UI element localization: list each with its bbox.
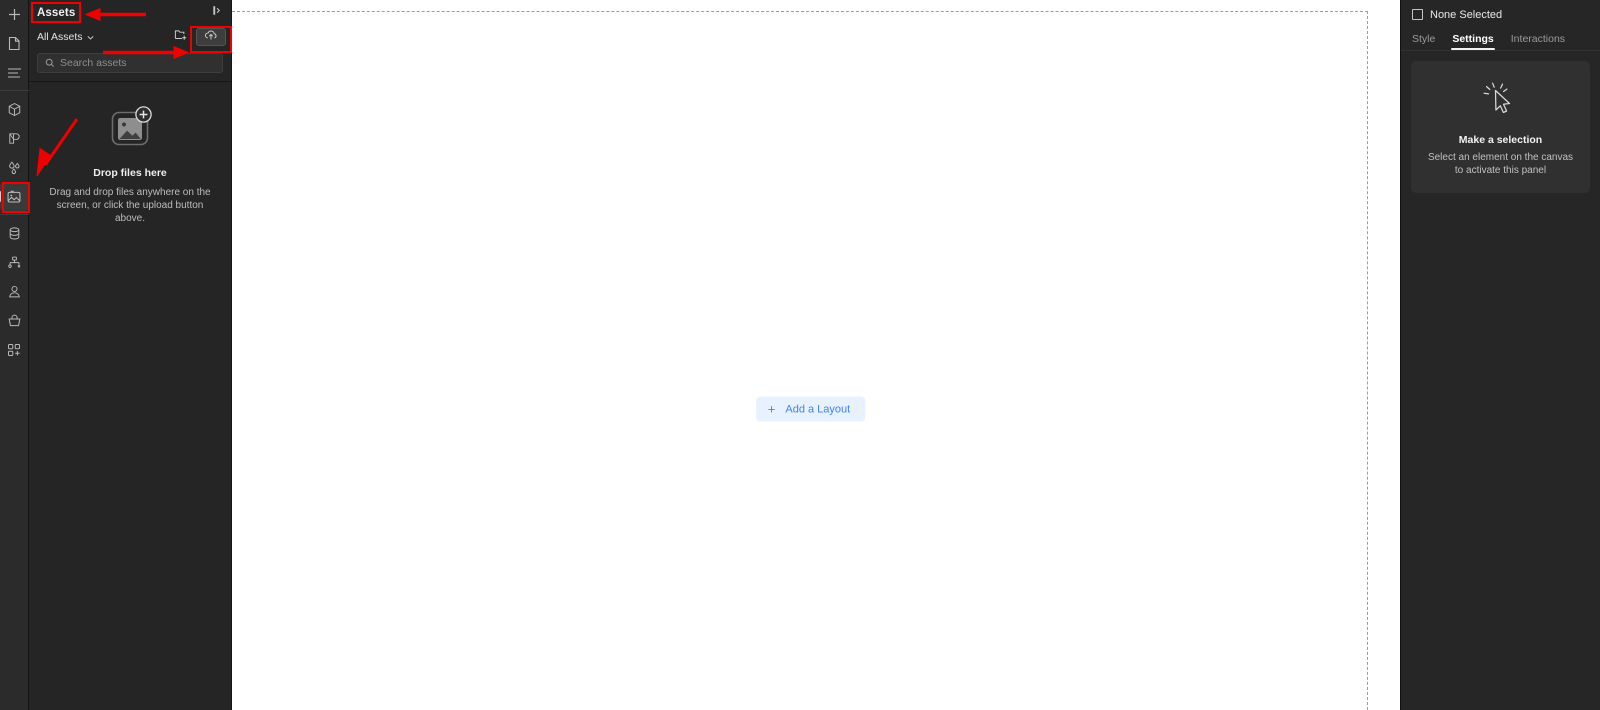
add-image-icon [105,104,155,155]
new-folder-icon [174,28,187,46]
checkbox-empty-icon[interactable] [1412,9,1423,20]
assets-subbar: All Assets [29,26,231,48]
rail-item-assets[interactable] [0,182,29,211]
logic-icon [7,255,22,270]
card-description: Select an element on the canvas to activ… [1427,152,1574,176]
empty-state-title: Drop files here [93,167,167,179]
upload-cloud-icon [204,28,218,46]
add-layout-label: Add a Layout [785,403,851,415]
add-image-icon-wrap [41,104,219,155]
search-icon [45,58,55,68]
empty-state-description: Drag and drop files anywhere on the scre… [49,187,211,224]
basket-icon [7,313,22,328]
plus-icon [7,7,22,22]
cube-icon [7,102,22,117]
properties-tabs: Style Settings Interactions [1401,29,1600,51]
paint-icon [7,131,22,146]
rail-item-styles[interactable] [0,124,29,153]
rail-divider-2 [0,214,29,215]
selection-label: None Selected [1430,8,1503,21]
add-layout-button[interactable]: + Add a Layout [755,396,866,422]
rail-item-layers[interactable] [0,58,29,87]
assets-panel-header: Assets [29,0,231,26]
rail-item-logic[interactable] [0,248,29,277]
selection-header: None Selected [1401,0,1600,29]
tab-interactions[interactable]: Interactions [1511,33,1565,50]
cursor-click-icon [1478,79,1524,126]
upload-button[interactable] [196,28,226,46]
rail-item-themes[interactable] [0,153,29,182]
chevron-down-icon [86,33,95,42]
left-icon-rail [0,0,29,710]
rail-item-data[interactable] [0,219,29,248]
apps-grid-icon [7,343,21,357]
assets-search-wrap [29,48,231,82]
rail-item-components[interactable] [0,95,29,124]
all-assets-label: All Assets [37,31,83,43]
canvas-frame [232,11,1368,710]
search-input[interactable] [60,57,215,69]
search-box[interactable] [37,53,223,73]
assets-empty-state: Drop files here Drag and drop files anyw… [29,82,231,225]
assets-subbar-actions [170,28,226,46]
assets-panel: Assets All Assets Search assets Drop fil… [29,0,232,710]
tab-style[interactable]: Style [1412,33,1435,50]
plus-icon: + [767,401,776,417]
rail-item-apps[interactable] [0,335,29,364]
page-title: Assets [37,7,76,19]
new-folder-button[interactable] [170,29,190,46]
canvas-area[interactable]: + Add a Layout [232,0,1389,710]
all-assets-dropdown[interactable]: All Assets [37,31,95,43]
panel-collapse-icon [210,4,223,22]
user-icon [7,284,22,299]
rail-item-add[interactable] [0,0,29,29]
rail-divider-1 [0,90,29,91]
card-title: Make a selection [1458,134,1543,146]
properties-panel: None Selected Style Settings Interaction… [1400,0,1600,710]
image-icon [6,189,22,205]
rail-item-users[interactable] [0,277,29,306]
app-root: Assets All Assets Search assets Drop fil… [0,0,1600,710]
rail-item-pages[interactable] [0,29,29,58]
make-selection-card: Make a selection Select an element on th… [1411,61,1590,193]
cursor-click-icon-wrap [1425,79,1576,126]
tab-settings[interactable]: Settings [1451,33,1496,50]
page-icon [7,36,21,51]
database-icon [7,226,22,241]
layers-icon [7,67,22,79]
rail-item-ecommerce[interactable] [0,306,29,335]
drops-icon [7,160,22,175]
panel-collapse-button[interactable] [207,4,225,22]
canvas-right-gutter [1389,0,1400,710]
